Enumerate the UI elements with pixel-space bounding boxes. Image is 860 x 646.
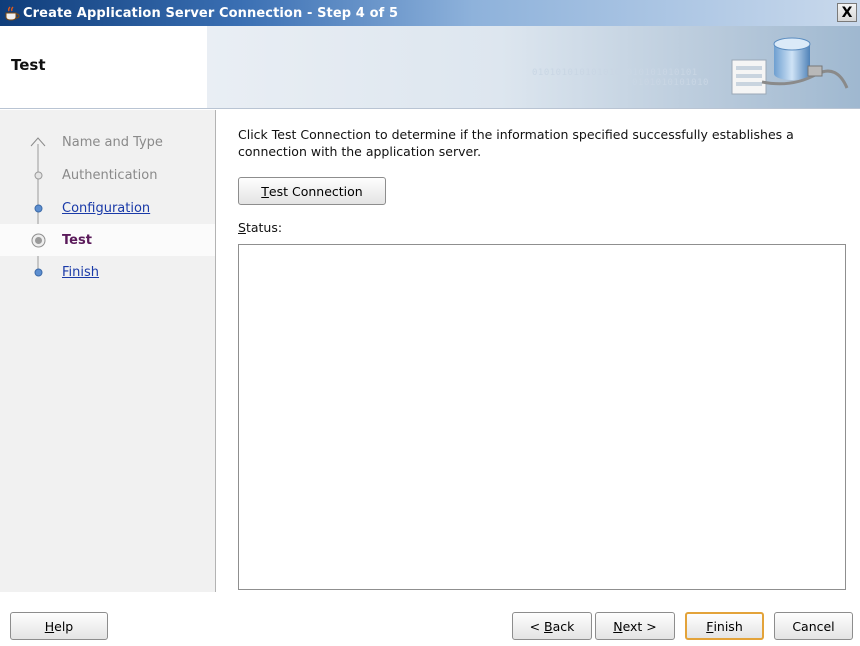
button-label: est Connection <box>268 183 363 199</box>
step-configuration[interactable]: Configuration <box>0 192 215 224</box>
step-name-and-type: Name and Type <box>0 126 215 158</box>
step-label[interactable]: Configuration <box>62 201 150 216</box>
database-connection-icon <box>731 37 849 95</box>
mnemonic: F <box>706 618 714 634</box>
button-label: ack <box>552 618 575 634</box>
header-banner: 0101010101010101010101010101 01010101010… <box>207 26 860 108</box>
mnemonic: S <box>238 220 246 235</box>
wizard-header: Test 0101010101010101010101010101 010101… <box>0 26 860 109</box>
main-content: Click Test Connection to determine if th… <box>228 110 853 592</box>
step-test: Test <box>0 224 215 256</box>
instructions-text: Click Test Connection to determine if th… <box>238 127 794 159</box>
button-prefix: < <box>529 618 545 634</box>
button-label: ext > <box>622 618 657 634</box>
close-button[interactable]: X <box>837 3 857 22</box>
status-label: Status: <box>238 220 282 235</box>
mnemonic: N <box>613 618 623 634</box>
status-output[interactable] <box>238 244 846 590</box>
step-dot-icon <box>34 204 43 213</box>
step-dot-icon <box>34 268 43 277</box>
step-label: Test <box>62 232 92 248</box>
binary-decoration-2: 0101010101010 <box>632 78 709 88</box>
title-bar: Create Application Server Connection - S… <box>0 0 860 26</box>
step-label[interactable]: Finish <box>62 265 99 280</box>
java-cup-icon <box>5 6 20 21</box>
next-button[interactable]: Next > <box>595 612 675 640</box>
mnemonic: T <box>261 183 269 199</box>
step-label: Authentication <box>62 167 158 183</box>
step-finish[interactable]: Finish <box>0 256 215 288</box>
window-title: Create Application Server Connection - S… <box>23 5 399 21</box>
step-navigation: Name and Type Authentication Configurati… <box>0 110 216 592</box>
binary-decoration: 0101010101010101010101010101 <box>532 68 698 78</box>
step-authentication: Authentication <box>0 159 215 191</box>
cancel-button[interactable]: Cancel <box>774 612 853 640</box>
button-label: elp <box>54 618 74 634</box>
mnemonic: B <box>544 618 553 634</box>
mnemonic: H <box>44 618 55 634</box>
test-connection-button[interactable]: Test Connection <box>238 177 386 205</box>
current-step-icon <box>31 233 46 248</box>
button-label: inish <box>713 618 743 634</box>
step-label: Name and Type <box>62 134 163 150</box>
label-text: tatus: <box>245 220 283 235</box>
step-dot-icon <box>34 171 43 180</box>
button-label: Cancel <box>792 618 835 634</box>
back-button[interactable]: < Back <box>512 612 592 640</box>
finish-button[interactable]: Finish <box>685 612 764 640</box>
help-button[interactable]: Help <box>10 612 108 640</box>
close-icon: X <box>841 4 853 21</box>
page-title: Test <box>11 56 46 74</box>
